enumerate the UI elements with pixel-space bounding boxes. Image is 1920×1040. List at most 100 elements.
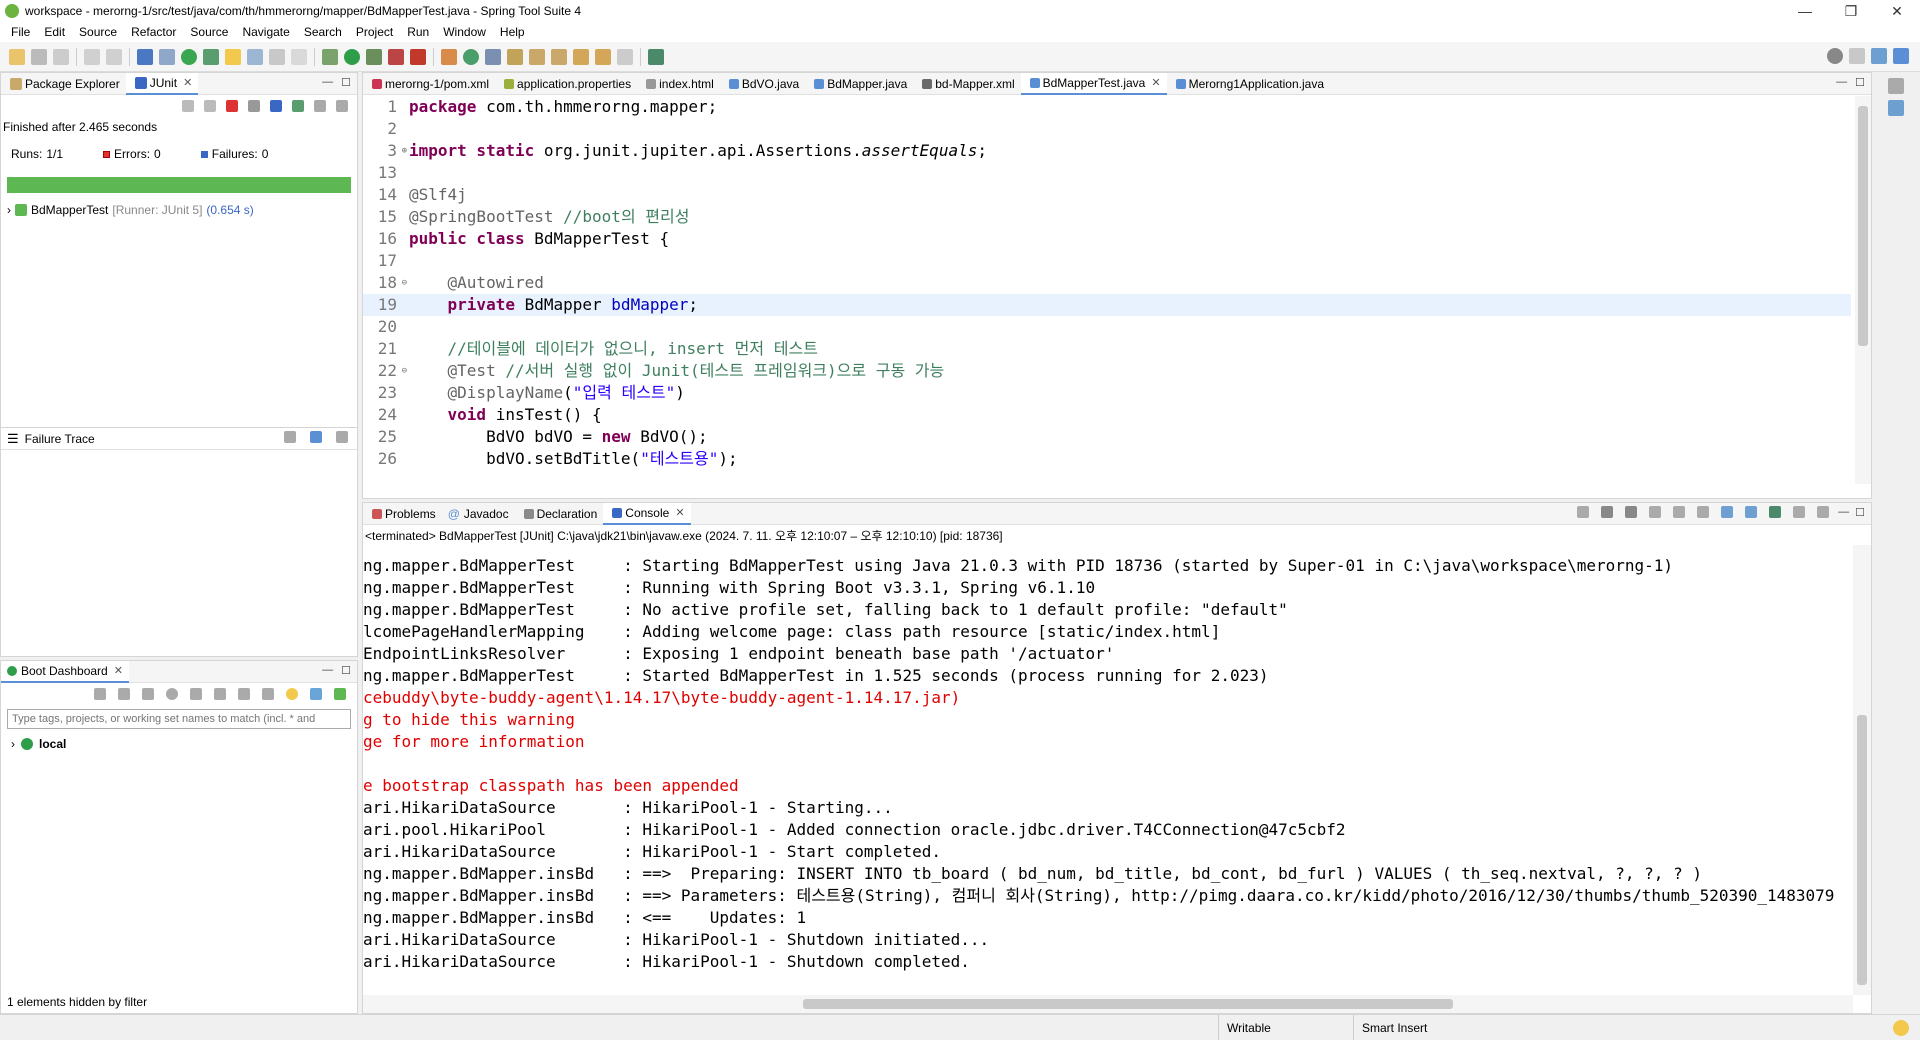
chevron-right-icon[interactable]: › [7,203,11,217]
word-wrap-icon[interactable] [1697,506,1710,518]
close-icon[interactable]: ✕ [1151,76,1160,89]
skip-breakpoints-icon[interactable] [159,48,175,65]
maximize-icon[interactable]: ☐ [341,76,351,89]
minimize-icon[interactable]: — [322,76,333,89]
search-spring-icon[interactable] [203,48,219,65]
open-console-icon[interactable] [1817,506,1830,518]
add-icon[interactable] [334,688,346,700]
test-tree-item[interactable]: › BdMapperTest [Runner: JUnit 5] (0.654 … [1,199,357,221]
console-horizontal-scrollbar[interactable] [363,995,1853,1013]
restart-icon[interactable] [166,688,178,700]
stop-icon[interactable] [388,48,404,65]
menu-project[interactable]: Project [349,25,400,39]
menu-search[interactable]: Search [297,25,349,39]
editor-vertical-scrollbar[interactable] [1855,96,1871,484]
open-task-icon[interactable] [507,48,523,65]
show-stdout-icon[interactable] [1721,506,1734,518]
next-annotation-icon[interactable] [529,48,545,65]
save-all-icon[interactable] [53,48,69,65]
stop-test-icon[interactable] [314,100,326,112]
menu-run[interactable]: Run [400,25,436,39]
show-stderr-icon[interactable] [1745,506,1758,518]
editor-tab[interactable]: BdMapper.java [805,73,913,95]
editor-tab[interactable]: application.properties [495,73,637,95]
filter-icon[interactable] [310,688,322,700]
remove-all-icon[interactable] [1625,506,1638,518]
tab-package-explorer[interactable]: Package Explorer [1,73,126,95]
java-perspective-icon[interactable] [1871,48,1887,64]
close-icon[interactable]: ✕ [114,664,123,677]
next-failure-icon[interactable] [182,100,194,112]
maximize-icon[interactable]: ☐ [1855,506,1865,519]
scroll-lock-icon[interactable] [1673,506,1686,518]
new-icon[interactable] [9,48,25,65]
debug-icon[interactable] [118,688,130,700]
stop-icon[interactable] [142,688,154,700]
fold-icon[interactable]: ⊖ [402,272,407,294]
lightbulb-icon[interactable] [286,688,298,700]
tab-junit[interactable]: JUnit ✕ [125,72,199,95]
scrollbar-thumb[interactable] [803,999,1453,1009]
scrollbar-thumb[interactable] [1857,715,1867,985]
terminal-icon[interactable] [137,48,153,65]
tab-problems[interactable]: Problems [363,503,442,525]
new-class-icon[interactable] [463,48,479,65]
close-button[interactable]: ✕ [1874,0,1920,22]
chevron-right-icon[interactable]: › [11,737,15,751]
undo-icon[interactable] [84,48,100,65]
scrollbar-thumb[interactable] [1858,106,1868,346]
filter-trace-icon[interactable] [310,431,322,443]
tab-boot-dashboard[interactable]: Boot Dashboard ✕ [1,660,129,683]
compare-icon[interactable] [284,431,296,443]
mark-occurrences-icon[interactable] [225,48,241,65]
fold-icon[interactable]: ⊖ [402,360,407,382]
menu-navigate[interactable]: Navigate [235,25,296,39]
menu-refactor[interactable]: Refactor [124,25,183,39]
pin-editor-icon[interactable] [648,48,664,65]
tab-javadoc[interactable]: @ Javadoc [442,503,515,525]
editor-tab[interactable]: Merorng1Application.java [1167,73,1330,95]
previous-annotation-icon[interactable] [551,48,567,65]
close-icon[interactable]: ✕ [183,76,192,89]
whitespace-icon[interactable] [291,48,307,65]
editor-tab-active[interactable]: BdMapperTest.java ✕ [1020,72,1167,95]
search-icon[interactable] [1827,48,1843,64]
tab-console[interactable]: Console ✕ [603,502,691,525]
minimize-icon[interactable]: — [322,664,333,677]
pin-console-icon[interactable] [1769,506,1782,518]
console-vertical-scrollbar[interactable] [1853,545,1871,995]
maximize-button[interactable]: ❐ [1828,0,1874,22]
history-icon[interactable] [336,100,348,112]
open-perspective-icon[interactable] [1849,48,1865,64]
coverage-icon[interactable] [366,48,382,65]
show-failures-only-icon[interactable] [226,100,238,112]
back-icon[interactable] [595,48,611,65]
code-editor[interactable]: 1 package com.th.hmmerorng.mapper; 2 3 ⊕ im… [363,96,1851,484]
word-wrap-icon[interactable] [269,48,285,65]
menu-source[interactable]: Source [72,25,124,39]
previous-failure-icon[interactable] [204,100,216,112]
save-icon[interactable] [31,48,47,65]
tab-declaration[interactable]: Declaration [515,503,604,525]
minimize-icon[interactable]: — [1838,506,1849,519]
debug-icon[interactable] [322,48,338,65]
editor-tab[interactable]: BdVO.java [720,73,805,95]
maximize-icon[interactable]: ☐ [1855,76,1865,89]
terminate-icon[interactable] [1577,506,1590,518]
rerun-test-icon[interactable] [270,100,282,112]
editor-tab[interactable]: index.html [637,73,720,95]
run-icon[interactable] [344,48,360,65]
display-console-icon[interactable] [1793,506,1806,518]
console-output[interactable]: ng.mapper.BdMapperTest : Starting BdMapp… [363,545,1853,995]
menu-file[interactable]: File [4,25,37,39]
properties-icon[interactable] [262,688,274,700]
rerun-failed-icon[interactable] [292,100,304,112]
forward-icon[interactable] [617,48,633,65]
console-icon[interactable] [190,688,202,700]
copy-trace-icon[interactable] [336,431,348,443]
external-tools-icon[interactable] [410,48,426,65]
close-icon[interactable]: ✕ [675,506,684,519]
scroll-lock-icon[interactable] [248,100,260,112]
minimize-icon[interactable]: — [1836,76,1847,89]
restore-icon[interactable] [1888,78,1904,94]
